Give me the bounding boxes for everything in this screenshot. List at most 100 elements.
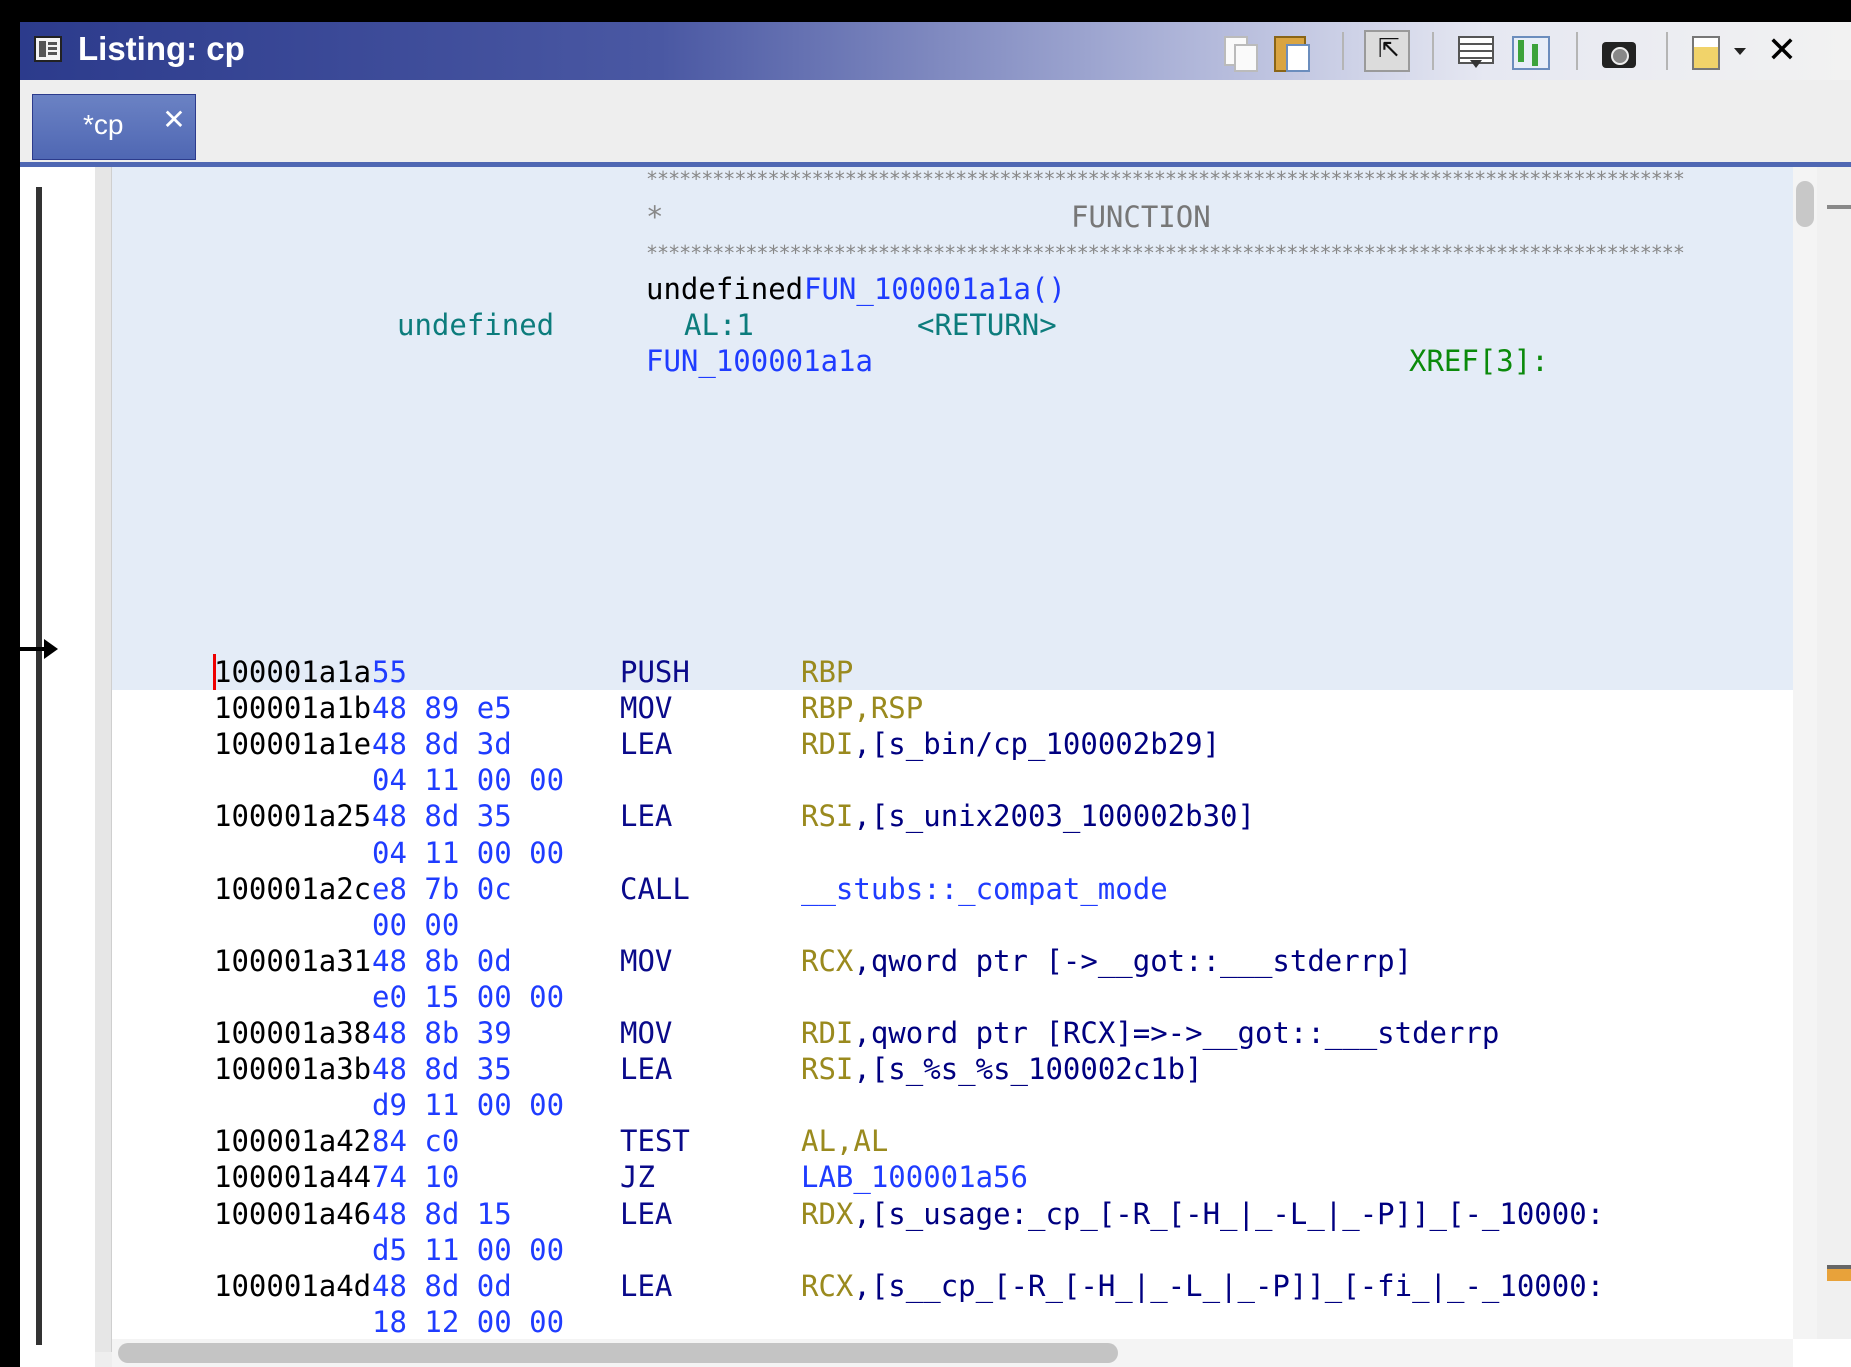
- instruction-operand[interactable]: RBP,RSP: [801, 690, 923, 726]
- instruction-bytes: 48 8d 0d: [372, 1269, 512, 1303]
- operand-reference[interactable]: __stubs::_compat_mode: [801, 872, 1168, 906]
- instruction-address: 100001a44: [214, 1160, 372, 1194]
- vertical-scrollbar[interactable]: [1793, 167, 1817, 1339]
- title-bar: Listing: cp ⇱ ✕: [20, 22, 1851, 80]
- vertical-scroll-thumb[interactable]: [1796, 181, 1814, 227]
- instruction-address: 100001a1b: [214, 691, 372, 725]
- instruction-row[interactable]: 100001a2c e8 7b 0c CALL __stubs::_compat_mo…: [112, 871, 1793, 907]
- horizontal-scroll-thumb[interactable]: [118, 1343, 1118, 1363]
- instruction-bytes: e0 15 00 00: [372, 980, 565, 1014]
- toolbar-separator: [1576, 32, 1578, 70]
- instruction-row[interactable]: 100001a1e 48 8d 3d LEA RDI,[s_bin/cp_100002…: [112, 726, 1793, 762]
- instruction-row[interactable]: d9 11 00 00: [112, 1087, 1793, 1123]
- operand-reference[interactable]: LAB_100001a56: [801, 1160, 1028, 1194]
- layout-icon[interactable]: [1688, 30, 1724, 72]
- instruction-row[interactable]: 04 11 00 00: [112, 835, 1793, 871]
- stars-left: *: [646, 200, 664, 234]
- instruction-row[interactable]: 100001a46 48 8d 15 LEA RDX,[s_usage:_cp_[-R…: [112, 1196, 1793, 1232]
- menu-dropdown-icon[interactable]: [1730, 30, 1750, 72]
- operand-register: RBP,RSP: [801, 691, 924, 725]
- operand-text: ,[s__cp_[-R_[-H_|_-L_|_-P]]_[-fi_|_-_100…: [853, 1269, 1605, 1303]
- tab-label: *cp: [83, 109, 124, 140]
- instruction-address: 100001a2c: [214, 872, 372, 906]
- instruction-mnemonic: LEA: [620, 1269, 673, 1303]
- toolbar-separator: [1666, 32, 1668, 70]
- instruction-bytes: 55: [372, 655, 407, 689]
- snapshot-icon[interactable]: [1598, 30, 1642, 72]
- instruction-mnemonic: JZ: [620, 1160, 655, 1194]
- instruction-operand[interactable]: RBP: [801, 654, 853, 690]
- horizontal-scrollbar[interactable]: [112, 1339, 1793, 1367]
- operand-register: RCX: [801, 944, 854, 978]
- instruction-row[interactable]: 100001a25 48 8d 35 LEA RSI,[s_unix2003_1000…: [112, 798, 1793, 834]
- instruction-row[interactable]: 00 00: [112, 907, 1793, 943]
- instruction-address: 100001a38: [214, 1016, 372, 1050]
- instruction-bytes: 48 8d 35: [372, 799, 512, 833]
- tab-row: *cp ✕: [20, 80, 1851, 162]
- instruction-address: 100001a3b: [214, 1052, 372, 1086]
- instruction-row[interactable]: 100001a38 48 8b 39 MOV RDI,qword ptr [RCX]=…: [112, 1015, 1793, 1051]
- operand-text: ,[s_usage:_cp_[-R_[-H_|_-L_|_-P]]_[-_100…: [853, 1197, 1605, 1231]
- instruction-row[interactable]: 100001a1a 55 PUSH RBP: [112, 654, 1793, 690]
- operand-text: ,[s_bin/cp_100002b29]: [853, 727, 1221, 761]
- instruction-row[interactable]: 100001a4d 48 8d 0d LEA RCX,[s__cp_[-R_[-H_|…: [112, 1268, 1793, 1304]
- listing-view[interactable]: ****************************************…: [112, 167, 1793, 1339]
- tab-close-icon[interactable]: ✕: [161, 106, 187, 134]
- operand-register: AL,AL: [801, 1124, 889, 1158]
- operand-text: ,[s_unix2003_100002b30]: [853, 799, 1255, 833]
- return-type: undefined: [397, 308, 555, 342]
- instruction-mnemonic: TEST: [620, 1124, 690, 1158]
- instruction-bytes: 74 10: [372, 1160, 460, 1194]
- current-location-arrow-icon: [20, 639, 58, 659]
- copy-icon[interactable]: [1220, 30, 1260, 72]
- close-icon[interactable]: ✕: [1762, 30, 1802, 72]
- instruction-operand[interactable]: RDI,[s_bin/cp_100002b29]: [801, 726, 1220, 762]
- instruction-operand[interactable]: __stubs::_compat_mode: [801, 871, 1168, 907]
- instruction-row[interactable]: e0 15 00 00: [112, 979, 1793, 1015]
- instruction-address: 100001a1e: [214, 727, 372, 761]
- instruction-bytes: 84 c0: [372, 1124, 460, 1158]
- operand-register: RDI: [801, 727, 854, 761]
- instruction-row[interactable]: 100001a3b 48 8d 35 LEA RSI,[s_%s_%s_100002c…: [112, 1051, 1793, 1087]
- listing-icon: [34, 36, 62, 62]
- instruction-mnemonic: LEA: [620, 799, 673, 833]
- paste-icon[interactable]: [1270, 30, 1314, 72]
- instruction-row[interactable]: d5 11 00 00: [112, 1232, 1793, 1268]
- instruction-row[interactable]: 100001a44 74 10 JZ LAB_100001a56: [112, 1159, 1793, 1195]
- instruction-operand[interactable]: RDX,[s_usage:_cp_[-R_[-H_|_-L_|_-P]]_[-_…: [801, 1196, 1604, 1232]
- instruction-operand[interactable]: RSI,[s_%s_%s_100002c1b]: [801, 1051, 1203, 1087]
- instruction-row[interactable]: 04 11 00 00: [112, 762, 1793, 798]
- operand-register: RBP: [801, 655, 854, 689]
- signature-function-name[interactable]: FUN_100001a1a(): [804, 271, 1066, 307]
- instruction-operand[interactable]: AL,AL: [801, 1123, 888, 1159]
- instruction-bytes: e8 7b 0c: [372, 872, 512, 906]
- instruction-bytes: d5 11 00 00: [372, 1233, 565, 1267]
- instruction-operand[interactable]: RSI,[s_unix2003_100002b30]: [801, 798, 1255, 834]
- navigation-margin[interactable]: [20, 167, 95, 1367]
- function-label[interactable]: FUN_100001a1a: [646, 343, 873, 379]
- instruction-operand[interactable]: LAB_100001a56: [801, 1159, 1028, 1195]
- field-selection-icon[interactable]: [1454, 30, 1498, 72]
- function-banner: FUNCTION: [1071, 200, 1211, 234]
- instruction-operand[interactable]: RCX,qword ptr [->__got::___stderrp]: [801, 943, 1412, 979]
- tab-cp[interactable]: *cp ✕: [32, 94, 196, 160]
- listing-window: Listing: cp ⇱ ✕ *cp ✕ ******************…: [20, 22, 1851, 1367]
- diff-view-icon[interactable]: [1508, 30, 1552, 72]
- overview-margin[interactable]: [1817, 167, 1851, 1339]
- instruction-operand[interactable]: RCX,[s__cp_[-R_[-H_|_-L_|_-P]]_[-fi_|_-_…: [801, 1268, 1604, 1304]
- instruction-row[interactable]: 100001a1b 48 89 e5 MOV RBP,RSP: [112, 690, 1793, 726]
- overview-cursor-marker: [1827, 1265, 1851, 1281]
- instruction-address: 100001a42: [214, 1124, 372, 1158]
- operand-register: RSI: [801, 799, 854, 833]
- instruction-bytes: 48 8d 3d: [372, 727, 512, 761]
- instruction-bytes: 48 8d 35: [372, 1052, 512, 1086]
- cursor-tracking-icon[interactable]: ⇱: [1364, 30, 1410, 72]
- xref-label[interactable]: XREF[3]:: [1409, 343, 1549, 379]
- instruction-bytes: 18 12 00 00: [372, 1305, 565, 1339]
- instruction-address: 100001a31: [214, 944, 372, 978]
- instruction-mnemonic: CALL: [620, 872, 690, 906]
- instruction-row[interactable]: 100001a42 84 c0 TEST AL,AL: [112, 1123, 1793, 1159]
- instruction-operand[interactable]: RDI,qword ptr [RCX]=>->__got::___stderrp: [801, 1015, 1499, 1051]
- instruction-row[interactable]: 18 12 00 00: [112, 1304, 1793, 1339]
- instruction-row[interactable]: 100001a31 48 8b 0d MOV RCX,qword ptr [->__g…: [112, 943, 1793, 979]
